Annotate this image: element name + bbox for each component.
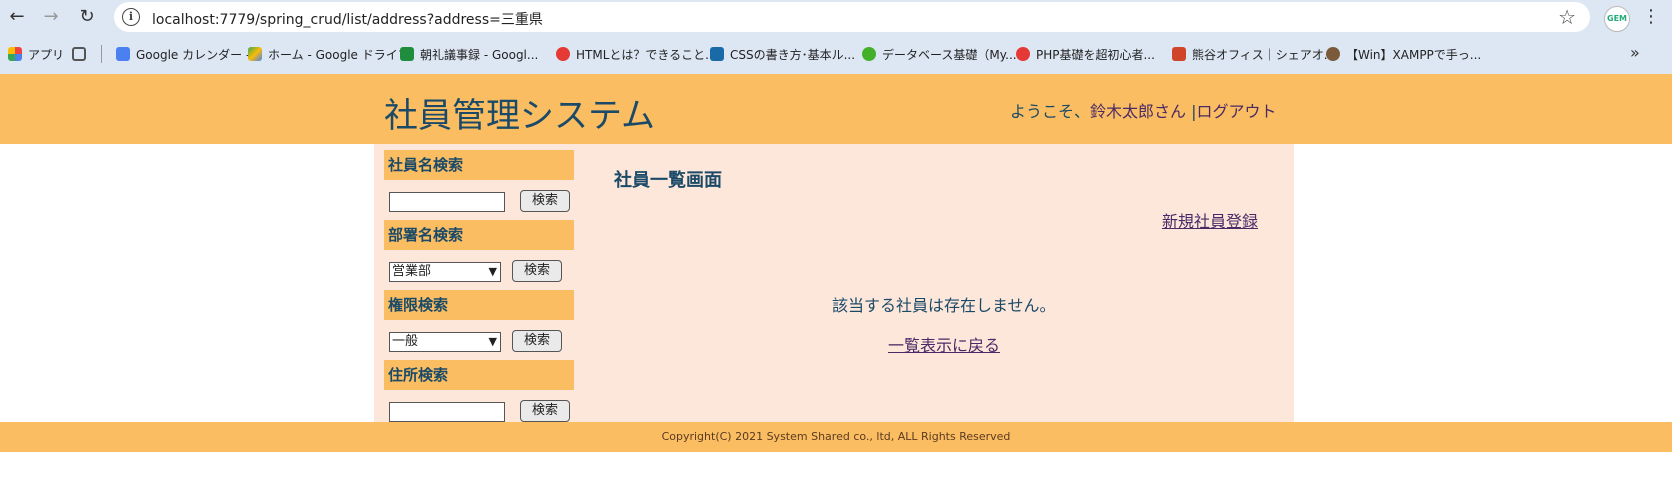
new-employee-link[interactable]: 新規社員登録	[1162, 208, 1258, 232]
bookmark-css[interactable]: CSSの書き方･基本ル...	[710, 45, 855, 63]
bookmark-label: Google カレンダー -	[136, 47, 251, 62]
bookmark-drive[interactable]: ホーム - Google ドライブ	[248, 45, 410, 63]
bookmark-star-icon[interactable]: ☆	[1558, 5, 1576, 29]
tab-groups-icon	[72, 47, 86, 61]
red-circle-icon	[1016, 47, 1030, 61]
bookmark-apps[interactable]: アプリ	[8, 45, 64, 63]
bookmark-sheets[interactable]: 朝礼議事録 - Googl...	[400, 45, 538, 63]
dept-select-value: 営業部	[392, 264, 432, 279]
address-search-button[interactable]: 検索	[520, 400, 570, 422]
separator: |	[1186, 102, 1197, 121]
profile-avatar[interactable]: GEM	[1604, 6, 1630, 32]
copyright-text: Copyright(C) 2021 System Shared co., ltd…	[661, 430, 1011, 443]
address-search-heading: 住所検索	[384, 360, 574, 390]
bookmark-label: PHP基礎を超初心者...	[1036, 47, 1155, 62]
bookmark-database[interactable]: データベース基礎（My...	[862, 45, 1017, 63]
name-search-button[interactable]: 検索	[520, 190, 570, 212]
dept-search-button[interactable]: 検索	[512, 260, 562, 282]
back-to-list-link[interactable]: 一覧表示に戻る	[888, 332, 1000, 356]
empty-result-message: 該当する社員は存在しません。	[832, 296, 1056, 315]
role-search-heading: 権限検索	[384, 290, 574, 320]
back-arrow-icon[interactable]: ←	[6, 6, 28, 28]
sheets-icon	[400, 47, 414, 61]
reload-icon[interactable]: ↻	[76, 6, 98, 28]
role-search-button[interactable]: 検索	[512, 330, 562, 352]
dept-select[interactable]: 営業部 ▼	[389, 262, 501, 282]
site-footer: Copyright(C) 2021 System Shared co., ltd…	[0, 422, 1672, 452]
drive-icon	[248, 47, 262, 61]
bookmark-label: HTMLとは？できること...	[576, 47, 717, 62]
dept-search-heading: 部署名検索	[384, 220, 574, 250]
name-search-input[interactable]	[389, 192, 505, 212]
forward-arrow-icon[interactable]: →	[40, 6, 62, 28]
name-search-heading: 社員名検索	[384, 150, 574, 180]
calendar-icon	[116, 47, 130, 61]
welcome-area: ようこそ、鈴木太郎さん |ログアウト	[1010, 98, 1277, 122]
chevron-down-icon: ▼	[488, 335, 497, 348]
welcome-text: ようこそ、	[1010, 102, 1091, 121]
bookmark-php[interactable]: PHP基礎を超初心者...	[1016, 45, 1155, 63]
bookmark-label: CSSの書き方･基本ル...	[730, 47, 856, 62]
role-select-value: 一般	[392, 334, 419, 349]
green-circle-icon	[862, 47, 876, 61]
site-title: 社員管理システム	[384, 96, 655, 136]
role-search-form: 一般 ▼ 検索	[384, 320, 574, 360]
bookmark-office[interactable]: 熊谷オフィス｜シェアオ...	[1172, 45, 1335, 63]
avatar-icon	[1326, 47, 1340, 61]
site-info-icon[interactable]: i	[122, 8, 140, 26]
logout-link[interactable]: ログアウト	[1197, 102, 1277, 121]
bookmark-label: データベース基礎（My...	[882, 47, 1017, 62]
bookmark-tab-groups[interactable]	[72, 45, 92, 63]
css-site-icon	[710, 47, 724, 61]
bookmark-label: アプリ	[28, 47, 65, 62]
address-bar[interactable]: i localhost:7779/spring_crud/list/addres…	[114, 2, 1590, 32]
url-text[interactable]: localhost:7779/spring_crud/list/address?…	[152, 9, 543, 29]
red-circle-icon	[556, 47, 570, 61]
page-title: 社員一覧画面	[614, 170, 722, 191]
address-row: ← → ↻ i localhost:7779/spring_crud/list/…	[0, 0, 1672, 34]
search-sidebar: 社員名検索 検索 部署名検索 営業部 ▼ 検索 権限検索 一般 ▼ 検索 住所検索 …	[384, 150, 574, 430]
user-name-link[interactable]: 鈴木太郎さん	[1090, 102, 1186, 121]
bookmark-label: 朝礼議事録 - Googl...	[420, 47, 539, 62]
browser-chrome: ← → ↻ i localhost:7779/spring_crud/list/…	[0, 0, 1672, 74]
dept-search-form: 営業部 ▼ 検索	[384, 250, 574, 290]
bookmark-html[interactable]: HTMLとは？できること...	[556, 45, 717, 63]
more-bookmarks-icon[interactable]: »	[1630, 43, 1640, 62]
bookmark-divider	[101, 45, 102, 63]
content-area: 社員名検索 検索 部署名検索 営業部 ▼ 検索 権限検索 一般 ▼ 検索 住所検索 …	[374, 144, 1294, 422]
address-search-input[interactable]	[389, 402, 505, 422]
apps-grid-icon	[8, 47, 22, 61]
chevron-down-icon: ▼	[488, 265, 497, 278]
bookmark-calendar[interactable]: Google カレンダー -	[116, 45, 250, 63]
role-select[interactable]: 一般 ▼	[389, 332, 501, 352]
site-header: 社員管理システム ようこそ、鈴木太郎さん |ログアウト	[0, 74, 1672, 144]
browser-menu-icon[interactable]: ⋮	[1642, 6, 1660, 27]
bookmark-label: ホーム - Google ドライブ	[268, 47, 410, 62]
bookmark-label: 熊谷オフィス｜シェアオ...	[1192, 47, 1336, 62]
bookmark-xampp[interactable]: 【Win】XAMPPで手っ...	[1326, 45, 1481, 63]
name-search-form: 検索	[384, 180, 574, 220]
bookmarks-bar: アプリ Google カレンダー - ホーム - Google ドライブ 朝礼議…	[0, 40, 1672, 68]
bookmark-label: 【Win】XAMPPで手っ...	[1346, 47, 1482, 62]
k-logo-icon	[1172, 47, 1186, 61]
